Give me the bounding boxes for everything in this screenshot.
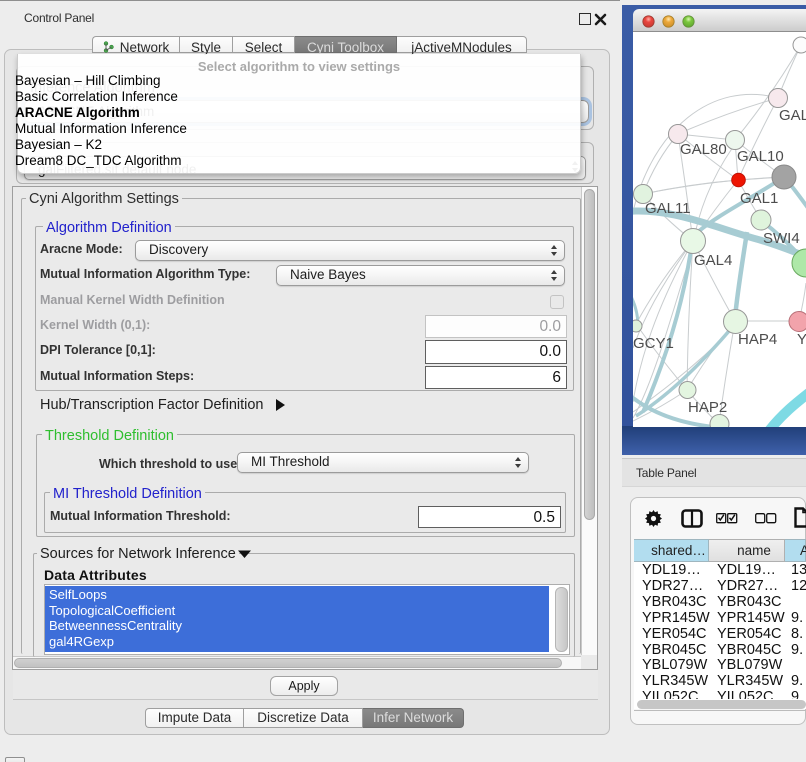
svg-text:GAL4: GAL4 (694, 252, 732, 269)
svg-text:HAP2: HAP2 (688, 399, 727, 416)
svg-text:SWI4: SWI4 (763, 230, 800, 247)
svg-text:HAP4: HAP4 (738, 331, 777, 348)
svg-text:GAL2: GAL2 (779, 107, 806, 124)
svg-text:GAL10: GAL10 (737, 148, 784, 165)
svg-text:GAL11: GAL11 (645, 200, 691, 217)
svg-text:GAL80: GAL80 (680, 141, 727, 158)
svg-text:GAL1: GAL1 (740, 190, 778, 207)
svg-text:GCY1: GCY1 (633, 335, 674, 352)
svg-text:YM: YM (797, 331, 806, 348)
